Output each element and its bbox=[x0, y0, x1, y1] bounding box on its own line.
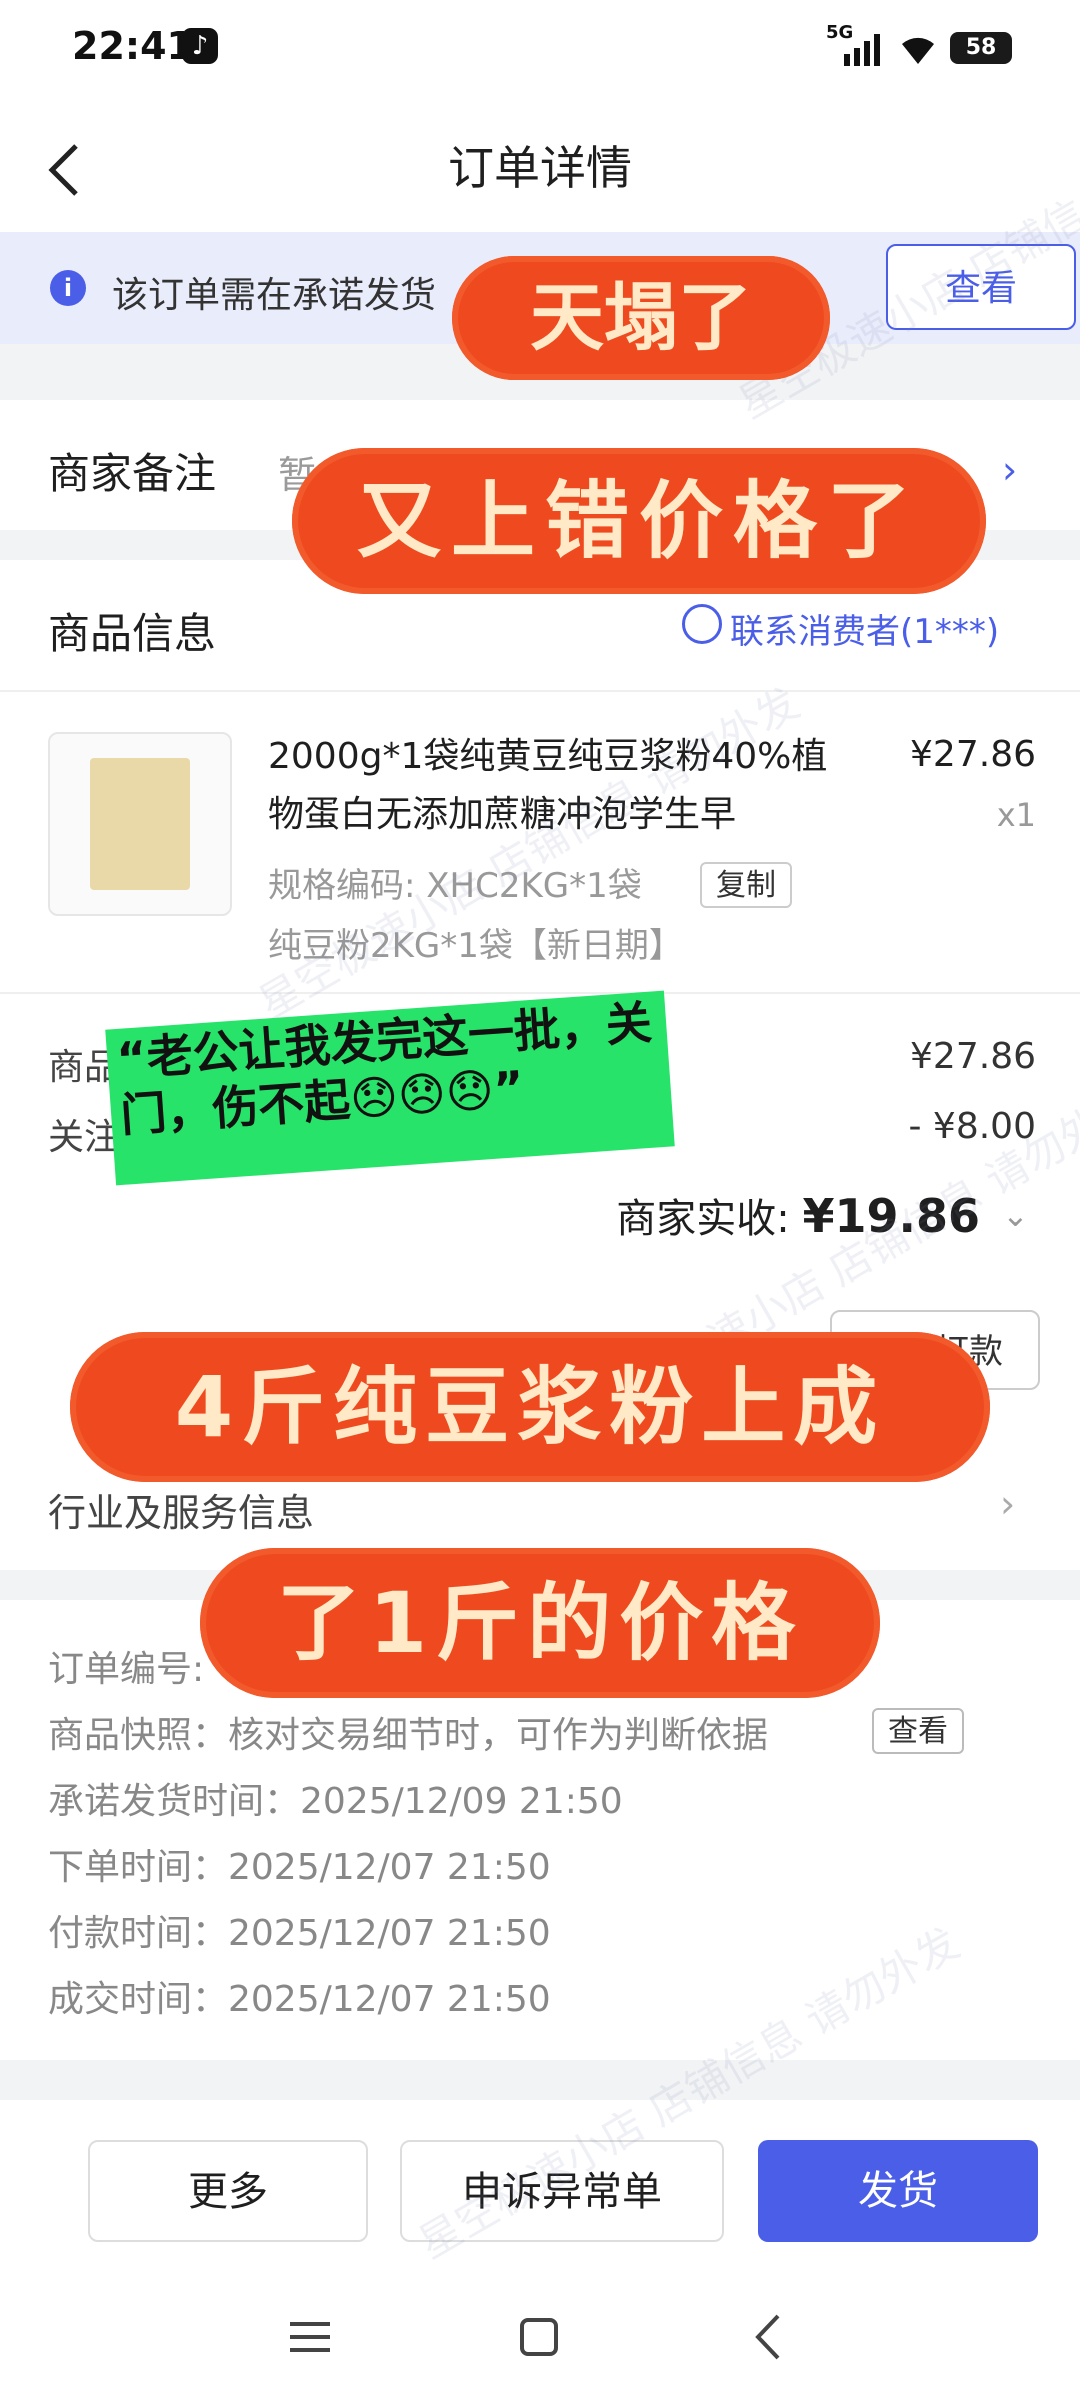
contact-consumer-link[interactable]: 联系消费者(1***) bbox=[730, 604, 999, 653]
more-button[interactable]: 更多 bbox=[88, 2140, 368, 2242]
industry-label: 行业及服务信息 bbox=[48, 1491, 315, 1535]
product-qty: x1 bbox=[996, 796, 1036, 834]
pay-time: 付款时间：2025/12/07 21:50 bbox=[48, 1913, 551, 1954]
chevron-right-icon: › bbox=[1002, 448, 1018, 492]
battery-icon: 58 bbox=[950, 32, 1012, 64]
wifi-icon bbox=[902, 37, 934, 64]
overlay-caption-1: 天塌了 bbox=[452, 256, 830, 380]
product-image bbox=[90, 758, 190, 890]
signal-icon bbox=[844, 34, 880, 66]
overlay-caption-3: 4斤纯豆浆粉上成 bbox=[70, 1332, 990, 1482]
order-time: 下单时间：2025/12/07 21:50 bbox=[48, 1847, 551, 1888]
page-title: 订单详情 bbox=[448, 141, 632, 195]
merchant-note-label: 商家备注 bbox=[48, 449, 217, 498]
received-label: 商家实收: bbox=[616, 1196, 790, 1242]
tiktok-icon: ♪ bbox=[182, 28, 218, 64]
divider bbox=[0, 690, 1080, 692]
ship-button[interactable]: 发货 bbox=[758, 2140, 1038, 2242]
product-price: ¥27.86 bbox=[910, 734, 1036, 775]
amount-value-1: ¥27.86 bbox=[910, 1036, 1036, 1077]
info-icon: i bbox=[50, 270, 86, 306]
snapshot-view-button[interactable]: 查看 bbox=[872, 1708, 964, 1754]
overlay-caption-4: 了1斤的价格 bbox=[200, 1548, 880, 1698]
menu-icon[interactable] bbox=[290, 2320, 330, 2354]
divider bbox=[0, 992, 1080, 994]
nav-back-icon[interactable] bbox=[752, 2312, 782, 2362]
status-time: 22:41 bbox=[72, 24, 193, 68]
promise-time: 承诺发货时间：2025/12/09 21:50 bbox=[48, 1781, 623, 1822]
copy-button[interactable]: 复制 bbox=[700, 862, 792, 908]
notice-text: 该订单需在承诺发货 bbox=[112, 275, 437, 316]
goods-title: 商品信息 bbox=[48, 609, 217, 658]
overlay-caption-2: 又上错价格了 bbox=[292, 448, 986, 594]
chat-icon bbox=[682, 604, 722, 644]
snapshot-row: 商品快照：核对交易细节时，可作为判断依据 bbox=[48, 1715, 769, 1756]
order-number-label: 订单编号: bbox=[48, 1649, 205, 1690]
amount-label-2: 关注 bbox=[48, 1117, 121, 1158]
chevron-right-icon: › bbox=[1000, 1482, 1016, 1526]
home-icon[interactable] bbox=[520, 2318, 558, 2356]
deal-time: 成交时间：2025/12/07 21:50 bbox=[48, 1979, 551, 2020]
